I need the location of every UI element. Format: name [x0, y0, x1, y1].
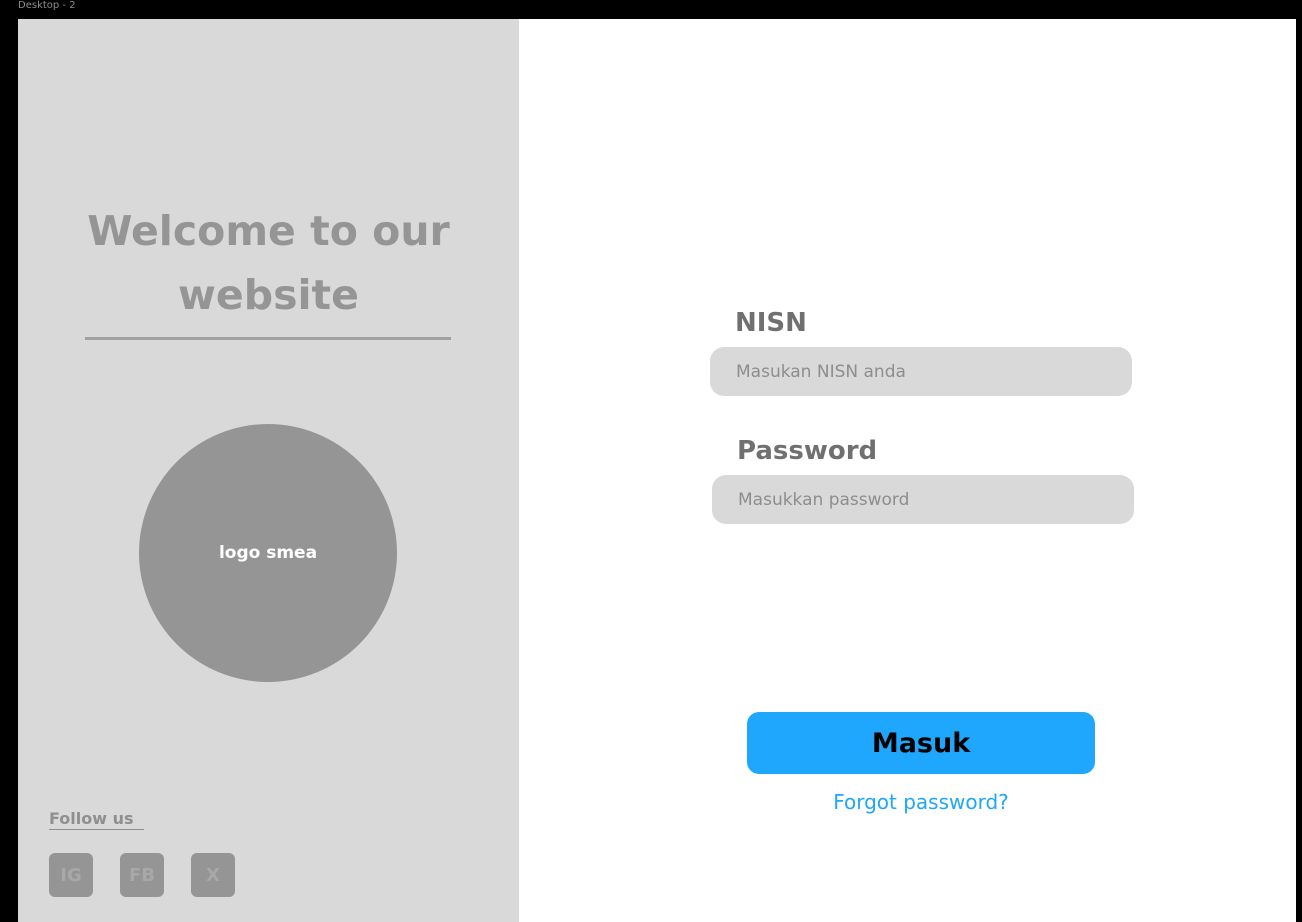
- heading-divider: [85, 337, 451, 340]
- frame-label: Desktop - 2: [18, 0, 76, 11]
- nisn-input[interactable]: [710, 347, 1132, 396]
- x-icon[interactable]: X: [191, 853, 235, 897]
- forgot-password-link[interactable]: Forgot password?: [747, 790, 1095, 814]
- instagram-icon[interactable]: IG: [49, 853, 93, 897]
- login-page: Welcome to our website logo smea Follow …: [18, 19, 1296, 922]
- welcome-heading: Welcome to our website: [18, 199, 519, 327]
- nisn-label: NISN: [735, 308, 807, 338]
- login-button[interactable]: Masuk: [747, 712, 1095, 774]
- password-label: Password: [737, 436, 878, 466]
- follow-us-label: Follow us: [49, 809, 144, 830]
- password-input[interactable]: [712, 475, 1134, 524]
- facebook-icon[interactable]: FB: [120, 853, 164, 897]
- school-logo: logo smea: [139, 424, 397, 682]
- logo-text: logo smea: [218, 543, 318, 563]
- welcome-line-2: website: [178, 271, 359, 319]
- welcome-line-1: Welcome to our: [87, 207, 450, 255]
- welcome-panel: Welcome to our website logo smea Follow …: [18, 19, 519, 922]
